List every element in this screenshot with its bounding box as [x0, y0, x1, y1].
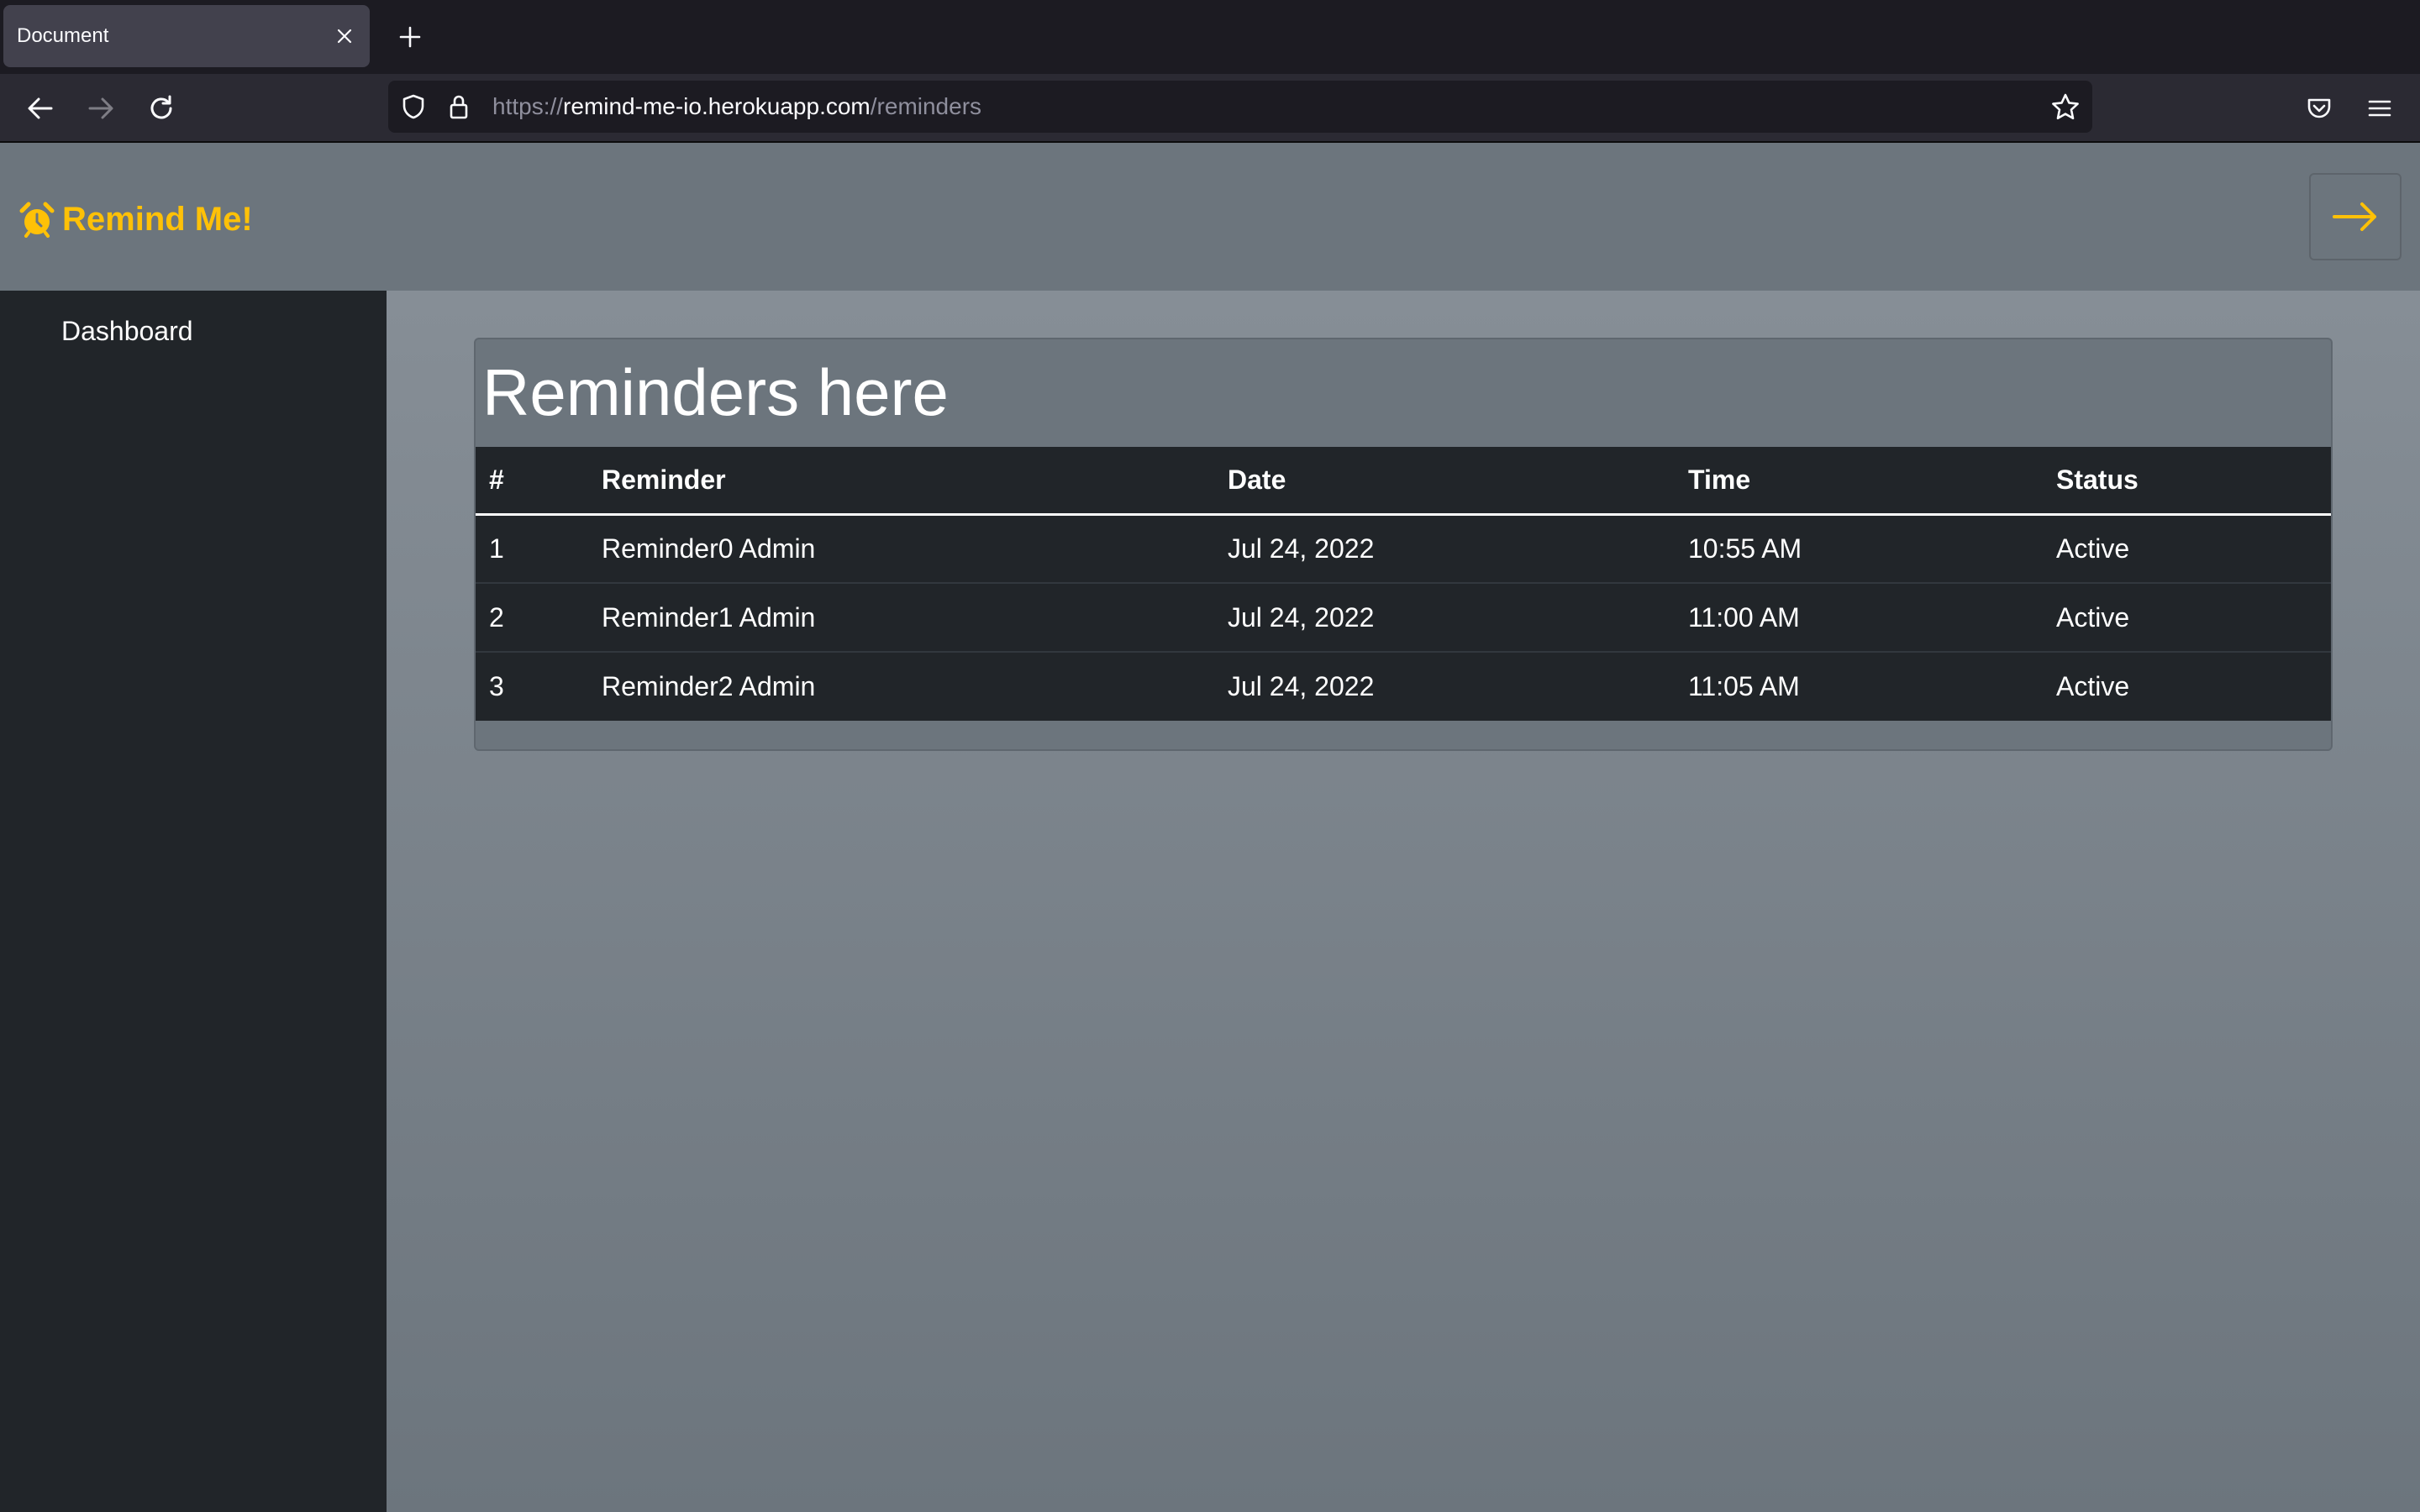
alarm-clock-icon — [18, 201, 55, 238]
table-row: 1 Reminder0 Admin Jul 24, 2022 10:55 AM … — [476, 514, 2331, 584]
reminder-date: Jul 24, 2022 — [1214, 583, 1675, 653]
table-header-row: # Reminder Date Time Status — [476, 447, 2331, 516]
url-host: remind-me-io.herokuapp.com — [563, 93, 871, 119]
reminder-date: Jul 24, 2022 — [1214, 514, 1675, 584]
row-number: 1 — [476, 514, 588, 584]
url-bar[interactable]: https://remind-me-io.herokuapp.com/remin… — [388, 81, 2092, 133]
browser-tab[interactable]: Document — [3, 5, 370, 67]
reminder-time: 10:55 AM — [1675, 514, 2043, 584]
column-header: Reminder — [588, 447, 1214, 516]
sidebar: Dashboard — [0, 291, 387, 1512]
table-row: 2 Reminder1 Admin Jul 24, 2022 11:00 AM … — [476, 583, 2331, 653]
logout-button[interactable] — [2309, 173, 2402, 260]
reload-icon[interactable] — [143, 90, 180, 127]
forward-icon[interactable] — [82, 90, 119, 127]
back-icon[interactable] — [22, 90, 59, 127]
main-content: Reminders here # Reminder Date Time Stat… — [387, 291, 2420, 1512]
reminder-time: 11:05 AM — [1688, 671, 1800, 701]
url-scheme: https:// — [492, 93, 564, 119]
browser-tab-bar: Document — [0, 0, 2420, 74]
reminder-name: Reminder2 Admin — [602, 671, 816, 701]
tab-title: Document — [17, 24, 109, 47]
row-number: 3 — [489, 671, 504, 701]
column-header: Status — [2043, 447, 2331, 516]
url-text[interactable]: https://remind-me-io.herokuapp.com/remin… — [492, 81, 981, 133]
reminder-name: Reminder1 Admin — [588, 583, 1214, 653]
brand-name: Remind Me! — [62, 200, 253, 238]
page-title: Reminders here — [482, 355, 949, 429]
close-tab-icon[interactable] — [328, 19, 361, 53]
shield-icon[interactable] — [400, 93, 427, 120]
brand[interactable]: Remind Me! — [18, 198, 253, 240]
reminder-date: Jul 24, 2022 — [1228, 671, 1375, 701]
url-path: /reminders — [870, 93, 982, 119]
lock-icon[interactable] — [445, 93, 472, 120]
app-header: Remind Me! — [0, 143, 2420, 291]
new-tab-icon[interactable] — [393, 20, 427, 54]
column-header: Time — [1675, 447, 2043, 516]
reminder-status: Active — [2043, 514, 2331, 584]
reminder-time: 11:00 AM — [1675, 583, 2043, 653]
bookmark-star-icon[interactable] — [2050, 92, 2081, 123]
pocket-icon[interactable] — [2301, 90, 2338, 127]
column-header: Date — [1214, 447, 1675, 516]
table-row: 3 Reminder2 Admin Jul 24, 2022 11:05 AM … — [476, 652, 2331, 721]
hamburger-menu-icon[interactable] — [2361, 90, 2398, 127]
reminder-name: Reminder0 Admin — [588, 514, 1214, 584]
browser-nav-bar: https://remind-me-io.herokuapp.com/remin… — [0, 74, 2420, 143]
reminders-card: Reminders here # Reminder Date Time Stat… — [474, 338, 2333, 751]
column-header: # — [476, 447, 588, 516]
row-number: 2 — [476, 583, 588, 653]
reminders-table: # Reminder Date Time Status 1 Reminder0 … — [476, 447, 2331, 721]
arrow-right-icon — [2333, 202, 2376, 231]
sidebar-item-dashboard[interactable]: Dashboard — [61, 316, 193, 347]
reminder-status: Active — [2056, 671, 2130, 701]
reminder-status: Active — [2043, 583, 2331, 653]
